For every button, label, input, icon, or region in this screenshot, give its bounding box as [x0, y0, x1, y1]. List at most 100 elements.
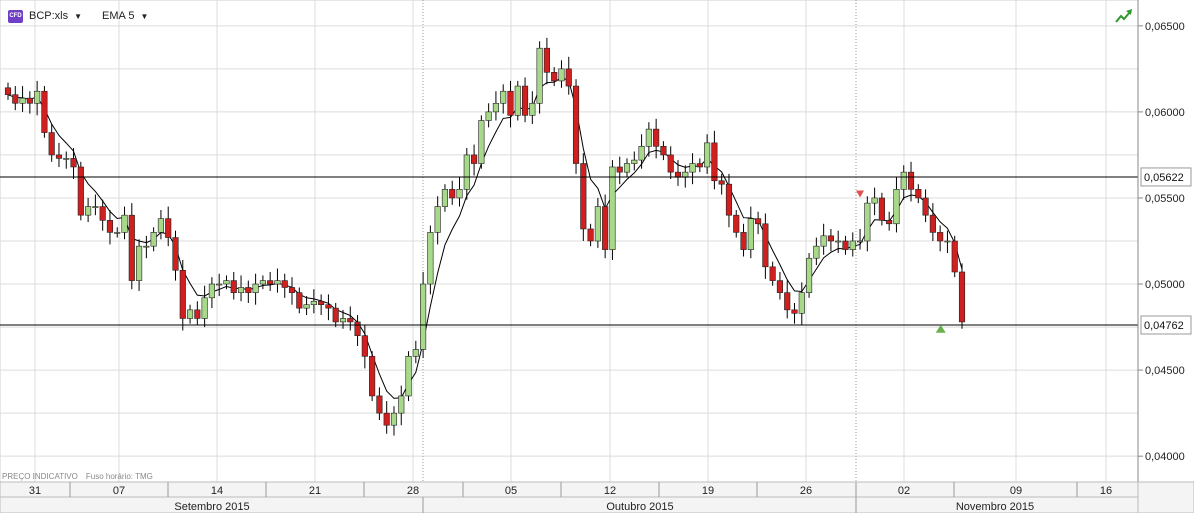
candle-body	[594, 206, 601, 242]
candle-body	[769, 266, 776, 281]
x-tick-label: 12	[604, 485, 616, 497]
price-chart[interactable]: 0,05622 0,04762 0,04000 0,04500 0,05000 0,05…	[0, 0, 1194, 513]
candle-body	[4, 87, 12, 95]
candle-body	[456, 189, 463, 199]
candle-body	[500, 90, 507, 104]
y-tick-label: 0,06500	[1145, 21, 1185, 33]
candle-body	[449, 189, 456, 199]
candle-body	[85, 206, 92, 216]
candle-body	[434, 206, 441, 233]
candle-body	[274, 280, 281, 285]
indicator-selector[interactable]: EMA 5 ▼	[102, 10, 148, 22]
month-label: Novembro 2015	[956, 501, 1034, 513]
candle-body	[864, 202, 871, 242]
candle-body	[689, 163, 696, 173]
candle-body	[296, 292, 303, 309]
candle-body	[638, 146, 645, 161]
instrument-selector[interactable]: BCP:xls ▼	[29, 10, 82, 22]
candle-body	[565, 68, 572, 87]
candle-body	[99, 206, 106, 221]
candle-body	[70, 158, 77, 168]
candle-body	[529, 102, 536, 116]
month-label: Setembro 2015	[174, 501, 249, 513]
candle-body	[179, 269, 186, 319]
chart-toolbar: CFD BCP:xls ▼ EMA 5 ▼	[8, 6, 148, 26]
candle-body	[645, 128, 652, 147]
y-tick-label: 0,06000	[1145, 107, 1185, 119]
candle-body	[223, 280, 230, 285]
candle-body	[551, 72, 558, 82]
price-axis[interactable]: 0,04000 0,04500 0,05000 0,05500 0,06000 0,065…	[1137, 0, 1185, 482]
candle-body	[492, 102, 499, 113]
indicator-label: EMA 5	[102, 10, 135, 22]
candle-body	[136, 245, 143, 281]
trend-up-icon[interactable]	[1115, 8, 1133, 24]
candle-body	[48, 132, 55, 156]
candle-body	[849, 240, 856, 250]
candle-body	[303, 304, 310, 309]
candle	[514, 80, 521, 121]
candle	[77, 161, 84, 221]
candle-body	[886, 220, 893, 225]
candle-body	[230, 280, 237, 293]
cfd-icon: CFD	[8, 9, 23, 23]
candle-body	[420, 283, 427, 350]
candle-body	[623, 163, 631, 173]
candle-body	[762, 223, 769, 268]
candle-body	[114, 232, 121, 234]
candle-body	[835, 240, 842, 243]
candle-body	[740, 232, 747, 250]
candle-body	[390, 412, 398, 426]
candle-body	[602, 206, 609, 250]
instrument-label: BCP:xls	[29, 10, 69, 22]
x-tick-label: 21	[309, 485, 321, 497]
x-tick-label: 19	[702, 485, 714, 497]
x-tick-label: 16	[1100, 485, 1112, 497]
candle-body	[878, 197, 885, 221]
candle-body	[587, 228, 594, 242]
candle	[572, 79, 580, 174]
candle-body	[521, 85, 529, 116]
candle	[478, 115, 485, 169]
time-axis[interactable]: 31 07 14 21 28 05 12 19 26 02 09 16 Setembro 2015 Out…	[0, 481, 1194, 513]
candle-body	[237, 287, 245, 293]
candle	[536, 41, 543, 114]
candle-body	[784, 292, 791, 311]
candle-body	[944, 240, 951, 243]
candle-body	[12, 94, 19, 104]
candle-body	[383, 412, 390, 426]
candle-body	[696, 163, 703, 168]
candle	[128, 203, 135, 290]
candle-body	[310, 300, 317, 305]
candle	[951, 235, 958, 278]
candle-body	[369, 356, 376, 397]
candle-body	[536, 47, 543, 104]
candle-body	[216, 283, 223, 286]
candle-body	[616, 166, 623, 173]
candle-body	[106, 220, 114, 233]
candle-body	[376, 395, 383, 414]
candle-body	[653, 128, 660, 147]
x-tick-label: 28	[407, 485, 419, 497]
candle-body	[543, 47, 550, 73]
candle	[41, 86, 48, 138]
candle-body	[267, 280, 274, 285]
candle	[420, 271, 427, 359]
candle-body	[958, 271, 966, 323]
axis-corner	[1137, 481, 1194, 513]
candle-body	[288, 287, 296, 293]
candle-body	[427, 232, 434, 285]
candle-body	[318, 300, 325, 305]
candle-body	[820, 235, 827, 247]
price-tag-label: 0,04762	[1144, 320, 1184, 332]
candle-body	[77, 166, 84, 216]
candle-body	[186, 309, 194, 319]
y-tick-label: 0,04500	[1145, 365, 1185, 377]
candle-body	[361, 335, 368, 357]
month-label: Outubro 2015	[606, 501, 673, 513]
candle-body	[55, 154, 63, 159]
candle-body	[631, 159, 638, 164]
candle-body	[128, 214, 135, 281]
candle-body	[194, 309, 201, 319]
candle-body	[143, 245, 150, 248]
